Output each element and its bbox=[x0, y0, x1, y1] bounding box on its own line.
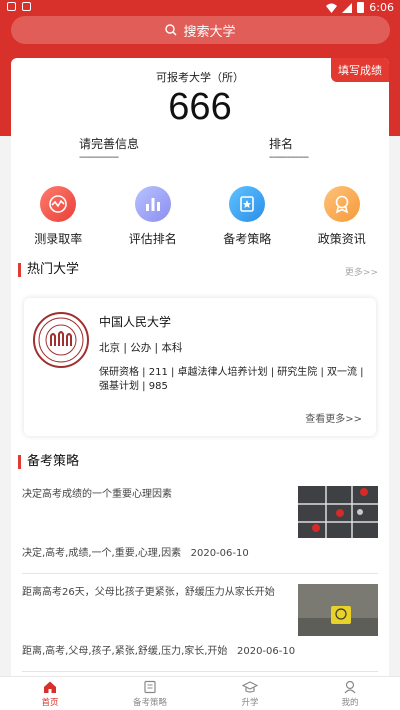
quick-action-admission-rate[interactable]: 测录取率 bbox=[18, 186, 98, 247]
article-tags: 距离,高考,父母,孩子,紧张,舒缓,压力,家长,开始 bbox=[22, 646, 228, 657]
user-icon bbox=[344, 680, 356, 694]
article-item[interactable]: 决定高考成绩的一个重要心理因素 决定,高考,成绩,一个,重要,心理,因素 202… bbox=[22, 486, 378, 574]
medal-icon bbox=[323, 186, 360, 222]
article-thumbnail bbox=[298, 584, 378, 636]
article-tags: 决定,高考,成绩,一个,重要,心理,因素 bbox=[22, 548, 182, 559]
university-meta: 北京 | 公办 | 本科 bbox=[99, 342, 183, 354]
nav-admission[interactable]: 升学 bbox=[200, 677, 300, 710]
university-logo bbox=[33, 312, 89, 368]
complete-info-link[interactable]: 请完善信息 bbox=[79, 135, 139, 152]
score-card: 填写成绩 可报考大学（所） 666 请完善信息 --------------- … bbox=[11, 58, 389, 172]
nav-profile[interactable]: 我的 bbox=[300, 677, 400, 710]
university-tags: 保研资格 | 211 | 卓越法律人培养计划 | 研究生院 | 双一流 | 强基… bbox=[99, 367, 364, 392]
rank-label: 排名 bbox=[269, 137, 294, 151]
article-meta: 距离,高考,父母,孩子,紧张,舒缓,压力,家长,开始 2020-06-10 bbox=[22, 642, 295, 657]
quick-action-label: 备考策略 bbox=[223, 232, 272, 246]
home-icon bbox=[44, 681, 56, 693]
quick-action-label: 政策资讯 bbox=[317, 232, 366, 246]
notification-icon bbox=[7, 2, 16, 11]
search-placeholder: 搜索大学 bbox=[183, 24, 236, 40]
quick-action-ranking[interactable]: 评估排名 bbox=[113, 186, 193, 247]
rank-value: --------------- bbox=[269, 152, 309, 163]
quick-action-label: 测录取率 bbox=[34, 232, 83, 246]
battery-icon bbox=[357, 2, 365, 13]
university-view-more-link[interactable]: 查看更多>> bbox=[305, 410, 362, 425]
article-meta: 决定,高考,成绩,一个,重要,心理,因素 2020-06-10 bbox=[22, 544, 249, 559]
hot-universities-more-link[interactable]: 更多>> bbox=[345, 265, 378, 278]
complete-info-value: --------------- bbox=[79, 152, 119, 163]
article-title: 距离高考26天，父母比孩子更紧张，舒缓压力从家长开始 bbox=[22, 587, 275, 598]
wifi-icon bbox=[326, 3, 338, 13]
article-thumbnail bbox=[298, 486, 378, 538]
quick-action-label: 评估排名 bbox=[128, 232, 177, 246]
article-date: 2020-06-10 bbox=[190, 548, 249, 559]
nav-label: 我的 bbox=[341, 698, 359, 708]
chart-wave-icon bbox=[40, 186, 77, 222]
search-bar[interactable]: 搜索大学 bbox=[11, 16, 390, 44]
university-card[interactable]: 中国人民大学 北京 | 公办 | 本科 保研资格 | 211 | 卓越法律人培养… bbox=[24, 298, 376, 436]
book-star-icon bbox=[229, 186, 266, 222]
search-icon bbox=[165, 24, 177, 36]
eligible-universities-title: 可报考大学（所） bbox=[156, 71, 244, 84]
nav-strategy[interactable]: 备考策略 bbox=[100, 677, 200, 710]
signal-icon bbox=[342, 2, 353, 13]
status-time: 6:06 bbox=[369, 1, 394, 14]
bar-chart-icon bbox=[134, 186, 171, 222]
article-title: 决定高考成绩的一个重要心理因素 bbox=[22, 489, 172, 500]
article-date: 2020-06-10 bbox=[236, 646, 296, 657]
strategy-section-title: 备考策略 bbox=[18, 455, 79, 469]
article-item[interactable]: 距离高考26天，父母比孩子更紧张，舒缓压力从家长开始 距离,高考,父母,孩子,紧… bbox=[22, 584, 378, 672]
hot-universities-title: 热门大学 bbox=[18, 263, 79, 277]
quick-actions: 测录取率 评估排名 备考策略 政策资讯 bbox=[11, 186, 389, 247]
bottom-navigation: 首页 备考策略 升学 我的 bbox=[0, 676, 400, 710]
book-icon bbox=[144, 680, 156, 694]
notification-icon-2 bbox=[22, 2, 31, 11]
university-name: 中国人民大学 bbox=[99, 315, 172, 329]
nav-home[interactable]: 首页 bbox=[0, 677, 100, 710]
graduation-cap-icon bbox=[242, 681, 258, 693]
nav-label: 升学 bbox=[241, 698, 259, 708]
quick-action-strategy[interactable]: 备考策略 bbox=[207, 186, 287, 247]
nav-label: 备考策略 bbox=[132, 698, 167, 708]
status-bar: 6:06 bbox=[0, 0, 400, 16]
nav-label: 首页 bbox=[41, 698, 59, 708]
quick-action-policy[interactable]: 政策资讯 bbox=[302, 186, 382, 247]
eligible-universities-count: 666 bbox=[168, 86, 232, 128]
